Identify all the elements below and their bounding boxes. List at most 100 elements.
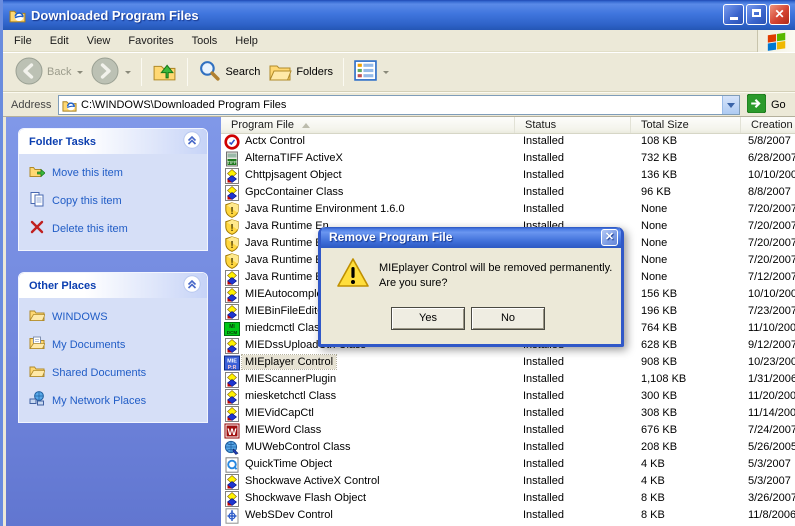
forward-button[interactable] <box>87 55 135 90</box>
table-row[interactable]: WebSDev ControlInstalled8 KB11/8/2006 <box>221 508 795 525</box>
program-file-name: Java Runtime Environment 1.6.0 <box>242 202 408 216</box>
sidebar-item-move-this-item[interactable]: Move this item <box>29 163 203 182</box>
sidebar-item-my-documents[interactable]: My Documents <box>29 335 203 354</box>
back-label: Back <box>47 66 71 78</box>
dialog-title-bar: Remove Program File ✕ <box>321 227 621 248</box>
program-file-name: Actx Control <box>242 134 308 148</box>
total-size-cell: 908 KB <box>641 356 677 368</box>
panel-header-folder-tasks[interactable]: Folder Tasks <box>19 129 207 154</box>
activex-icon <box>224 270 240 286</box>
total-size-cell: None <box>641 203 667 215</box>
menu-item-file[interactable]: File <box>5 32 41 50</box>
creation-date-cell: 7/23/2007 <box>748 305 795 317</box>
delete-icon <box>29 219 45 238</box>
creation-date-cell: 5/3/2007 <box>748 458 791 470</box>
minimize-button[interactable] <box>723 4 744 25</box>
forward-dropdown-icon[interactable] <box>125 71 131 74</box>
creation-date-cell: 5/3/2007 <box>748 475 791 487</box>
yes-button[interactable]: Yes <box>391 307 465 330</box>
table-row[interactable]: MIEVidCapCtlInstalled308 KB11/14/2007 <box>221 406 795 423</box>
table-row[interactable]: Shockwave ActiveX ControlInstalled4 KB5/… <box>221 474 795 491</box>
dialog-title: Remove Program File <box>329 230 452 244</box>
creation-date-cell: 3/26/2007 <box>748 492 795 504</box>
toolbar: Back Search Folders <box>3 52 795 92</box>
program-file-name: AlternaTIFF ActiveX <box>242 151 346 165</box>
status-cell: Installed <box>523 390 564 402</box>
activex-icon <box>224 474 240 490</box>
column-header-program-file[interactable]: Program File <box>221 117 515 133</box>
program-file-name: MUWebControl Class <box>242 440 354 454</box>
menu-item-tools[interactable]: Tools <box>183 32 227 50</box>
total-size-cell: 308 KB <box>641 407 677 419</box>
table-row[interactable]: Shockwave Flash ObjectInstalled8 KB3/26/… <box>221 491 795 508</box>
mydocs-icon <box>29 335 45 354</box>
up-button[interactable] <box>148 56 181 88</box>
table-row[interactable]: TIFFAlternaTIFF ActiveXInstalled732 KB6/… <box>221 151 795 168</box>
table-row[interactable]: miesketchctl ClassInstalled300 KB11/20/2… <box>221 389 795 406</box>
total-size-cell: 136 KB <box>641 169 677 181</box>
chevron-up-icon[interactable] <box>183 131 201 152</box>
activex-icon <box>224 304 240 320</box>
table-row[interactable]: MUWebControl ClassInstalled208 KB5/26/20… <box>221 440 795 457</box>
creation-date-cell: 7/20/2007 <box>748 220 795 232</box>
remove-program-dialog: Remove Program File ✕ MIEplayer Control … <box>318 227 624 347</box>
table-row[interactable]: GpcContainer ClassInstalled96 KB8/8/2007 <box>221 185 795 202</box>
status-cell: Installed <box>523 424 564 436</box>
menu-item-favorites[interactable]: Favorites <box>119 32 182 50</box>
table-row[interactable]: Chttpjsagent ObjectInstalled136 KB10/10/… <box>221 168 795 185</box>
maximize-button[interactable] <box>746 4 767 25</box>
sidebar-item-delete-this-item[interactable]: Delete this item <box>29 219 203 238</box>
go-button[interactable]: Go <box>747 94 786 116</box>
back-dropdown-icon[interactable] <box>77 71 83 74</box>
forward-icon <box>91 57 119 88</box>
activex-icon <box>224 338 240 354</box>
creation-date-cell: 8/8/2007 <box>748 186 791 198</box>
table-row[interactable]: WMIEWord ClassInstalled676 KB7/24/2007 <box>221 423 795 440</box>
sidebar-item-shared-documents[interactable]: Shared Documents <box>29 363 203 382</box>
sidebar-item-label: Move this item <box>52 167 123 179</box>
folders-label: Folders <box>296 66 333 78</box>
copy-icon <box>29 191 45 210</box>
address-input[interactable] <box>81 97 722 113</box>
folders-button[interactable]: Folders <box>264 57 337 88</box>
program-file-name: GpcContainer Class <box>242 185 346 199</box>
table-row[interactable]: !Java Runtime Environment 1.6.0Installed… <box>221 202 795 219</box>
sidebar-item-my-network-places[interactable]: My Network Places <box>29 391 203 410</box>
address-bar: Address Go <box>3 92 795 117</box>
column-header-status[interactable]: Status <box>515 117 631 133</box>
tiff-icon: TIFF <box>224 151 240 167</box>
panel-title: Folder Tasks <box>29 136 96 148</box>
total-size-cell: None <box>641 271 667 283</box>
table-row[interactable]: QuickTime ObjectInstalled4 KB5/3/2007 <box>221 457 795 474</box>
creation-date-cell: 7/12/2007 <box>748 271 795 283</box>
views-button[interactable] <box>350 57 393 87</box>
address-dropdown-button[interactable] <box>722 96 739 114</box>
column-header-creation-date[interactable]: Creation Date <box>741 117 795 133</box>
total-size-cell: 4 KB <box>641 475 665 487</box>
views-dropdown-icon[interactable] <box>383 71 389 74</box>
menu-bar: FileEditViewFavoritesToolsHelp <box>3 30 795 52</box>
activex-icon <box>224 287 240 303</box>
sidebar-item-label: Delete this item <box>52 223 128 235</box>
table-row[interactable]: MIEScannerPluginInstalled1,108 KB1/31/20… <box>221 372 795 389</box>
chevron-up-icon[interactable] <box>183 275 201 296</box>
activex-icon <box>224 491 240 507</box>
search-button[interactable]: Search <box>194 57 264 87</box>
warning-icon <box>336 257 370 292</box>
dialog-close-icon[interactable]: ✕ <box>601 229 618 246</box>
menu-item-help[interactable]: Help <box>226 32 267 50</box>
panel-header-other-places[interactable]: Other Places <box>19 273 207 298</box>
menu-item-view[interactable]: View <box>78 32 120 50</box>
menu-item-edit[interactable]: Edit <box>41 32 78 50</box>
table-row[interactable]: MIEP:RMIEplayer ControlInstalled908 KB10… <box>221 355 795 372</box>
column-header-total-size[interactable]: Total Size <box>631 117 741 133</box>
close-button[interactable]: ✕ <box>769 4 790 25</box>
sidebar-item-windows[interactable]: WINDOWS <box>29 307 203 326</box>
table-row[interactable]: Actx ControlInstalled108 KB5/8/2007 <box>221 134 795 151</box>
sidebar-item-copy-this-item[interactable]: Copy this item <box>29 191 203 210</box>
status-cell: Installed <box>523 135 564 147</box>
svg-text:!: ! <box>230 240 233 251</box>
no-button[interactable]: No <box>471 307 545 330</box>
back-button[interactable]: Back <box>11 55 87 90</box>
title-bar: Downloaded Program Files ✕ <box>3 0 795 30</box>
